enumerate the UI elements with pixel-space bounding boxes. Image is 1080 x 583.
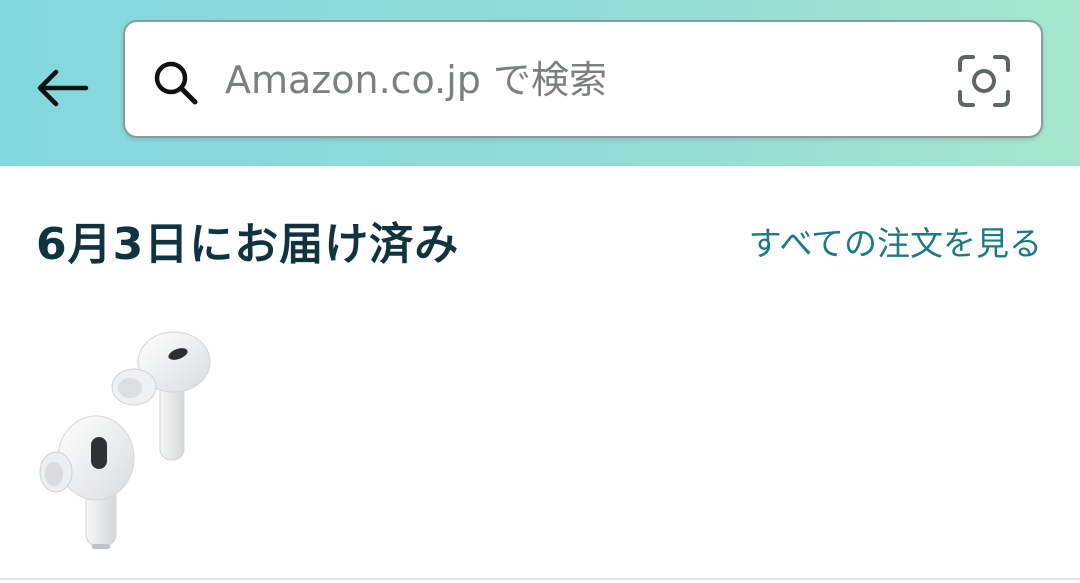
header-bar [0, 0, 1080, 166]
search-input[interactable] [225, 48, 925, 112]
camera-scan-icon[interactable] [957, 54, 1011, 108]
section-divider [0, 578, 1080, 580]
back-button[interactable] [30, 56, 94, 120]
wireless-earbuds-image[interactable] [36, 322, 222, 552]
app-screen: 6月3日にお届け済み すべての注文を見る [0, 0, 1080, 583]
view-all-orders-link[interactable]: すべての注文を見る [742, 218, 1042, 270]
search-icon [154, 61, 198, 105]
arrow-left-icon [37, 69, 89, 107]
delivery-status-title: 6月3日にお届け済み [36, 219, 460, 270]
search-bar[interactable] [123, 20, 1043, 138]
